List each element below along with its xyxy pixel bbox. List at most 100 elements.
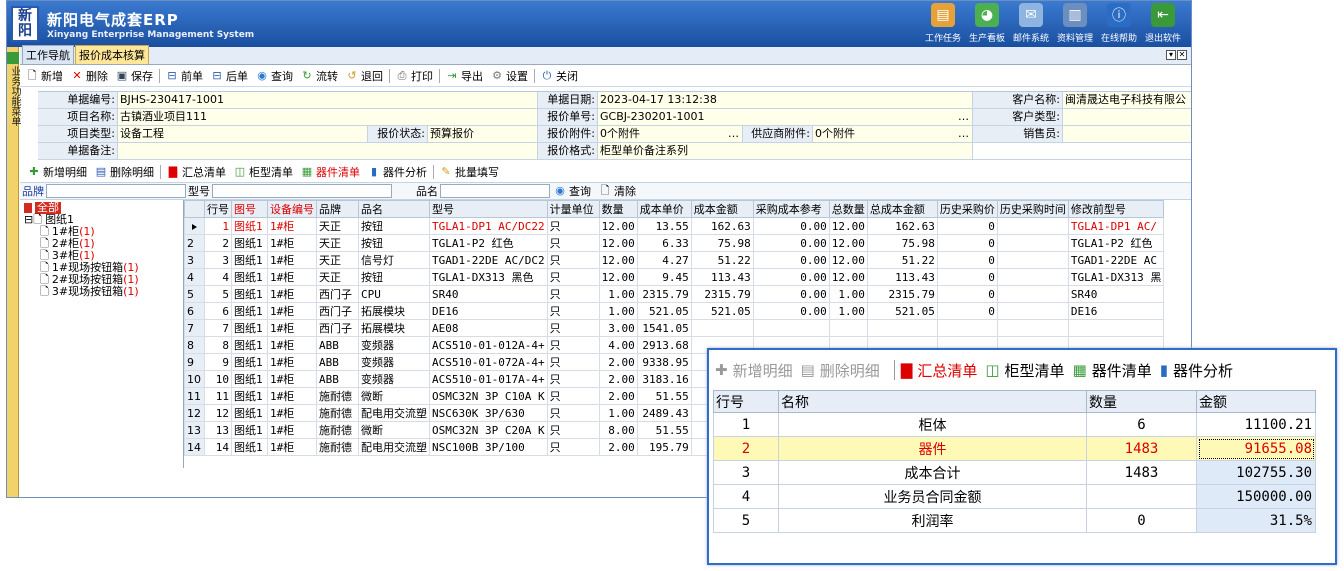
- table-cell[interactable]: 12.00: [598, 251, 638, 269]
- summary-column-header[interactable]: 名称: [778, 390, 1087, 413]
- table-row[interactable]: 5 5 图纸1 1#柜 西门子 CPU SR40 只 1.00 2315.79 2315.79 0.0…: [184, 285, 1165, 303]
- next-button[interactable]: ⊟ 后单: [207, 68, 252, 84]
- table-cell[interactable]: 图纸1: [231, 438, 268, 456]
- table-cell[interactable]: 拓展模块: [358, 302, 430, 320]
- table-cell[interactable]: 变频器: [358, 370, 430, 388]
- table-cell[interactable]: 只: [546, 404, 600, 422]
- table-cell[interactable]: [996, 234, 1069, 252]
- column-header[interactable]: 计量单位: [546, 200, 600, 218]
- table-cell[interactable]: 51.22: [866, 251, 938, 269]
- batch-fill-button[interactable]: ✎ 批量填写: [436, 164, 503, 180]
- table-row[interactable]: 1 图纸1 1#柜 天正 按钮 TGLA1-DP1 AC/DC22 只 12.00 13.55 1…: [184, 217, 1165, 235]
- close-icon[interactable]: ✕: [1177, 50, 1187, 60]
- more-icon[interactable]: …: [728, 126, 739, 142]
- column-header[interactable]: 修改前型号: [1067, 200, 1165, 218]
- table-cell[interactable]: 1#柜: [267, 234, 317, 252]
- table-cell[interactable]: 配电用交流塑: [358, 404, 430, 422]
- table-cell[interactable]: 天正: [316, 234, 359, 252]
- table-cell[interactable]: 2315.79: [866, 285, 938, 303]
- table-cell[interactable]: 12: [204, 404, 232, 422]
- table-cell[interactable]: 0: [936, 251, 998, 269]
- table-cell[interactable]: OSMC32N 3P C10A K: [429, 387, 548, 405]
- table-cell[interactable]: 0.00: [752, 268, 830, 286]
- topnav-item-2[interactable]: ✉ 邮件系统: [1011, 3, 1051, 44]
- quote-no-field[interactable]: GCBJ-230201-1001…: [598, 109, 973, 125]
- table-cell[interactable]: OSMC32N 3P C20A K: [429, 421, 548, 439]
- table-cell[interactable]: 113.43: [690, 268, 754, 286]
- table-cell[interactable]: ACS510-01-072A-4+: [429, 353, 548, 371]
- table-cell[interactable]: 西门子: [316, 302, 359, 320]
- table-cell[interactable]: 图纸1: [231, 302, 268, 320]
- table-cell[interactable]: 0.00: [752, 234, 830, 252]
- table-cell[interactable]: 14: [204, 438, 232, 456]
- summary-row[interactable]: 2 器件 1483 91655.08: [713, 436, 1316, 461]
- table-cell[interactable]: 2.00: [598, 438, 638, 456]
- topnav-item-3[interactable]: ▥ 资料管理: [1055, 3, 1095, 44]
- table-cell[interactable]: 6.33: [636, 234, 692, 252]
- table-cell[interactable]: 12.00: [598, 217, 638, 235]
- table-cell[interactable]: TGLA1-P2 红色: [1067, 234, 1165, 252]
- column-header[interactable]: 历史采购时间: [996, 200, 1069, 218]
- popup-cabinet-list-button[interactable]: ◫ 柜型清单: [985, 360, 1064, 381]
- table-cell[interactable]: CPU: [358, 285, 430, 303]
- close-button[interactable]: ⏻ 关闭: [537, 68, 582, 84]
- save-button[interactable]: ▣ 保存: [112, 68, 157, 84]
- popup-device-analysis-button[interactable]: ▮ 器件分析: [1160, 360, 1233, 381]
- table-cell[interactable]: TGLA1-DX313 黑色: [429, 268, 548, 286]
- more-icon[interactable]: …: [958, 126, 969, 142]
- table-cell[interactable]: 521.05: [866, 302, 938, 320]
- project-field[interactable]: 古镇酒业项目111: [118, 109, 538, 125]
- table-cell[interactable]: 2.00: [598, 387, 638, 405]
- table-cell[interactable]: 2.00: [598, 370, 638, 388]
- table-cell[interactable]: 1.00: [598, 302, 638, 320]
- table-cell[interactable]: 0: [936, 234, 998, 252]
- table-cell[interactable]: 1#柜: [267, 217, 317, 235]
- summary-cell[interactable]: 1: [713, 412, 779, 437]
- table-cell[interactable]: [866, 319, 938, 337]
- sidebar[interactable]: 业务功能菜单: [7, 47, 20, 497]
- table-cell[interactable]: 图纸1: [231, 336, 268, 354]
- table-cell[interactable]: 521.05: [636, 302, 692, 320]
- table-cell[interactable]: 51.55: [636, 387, 692, 405]
- tree-node[interactable]: 🗋 3#现场按钮箱 (1): [22, 286, 183, 298]
- model-input[interactable]: [212, 184, 392, 198]
- table-cell[interactable]: [996, 251, 1069, 269]
- table-cell[interactable]: 配电用交流塑: [358, 438, 430, 456]
- table-cell[interactable]: 0.00: [752, 285, 830, 303]
- table-cell[interactable]: 2.00: [598, 353, 638, 371]
- table-cell[interactable]: 1#柜: [267, 404, 317, 422]
- more-icon[interactable]: …: [958, 109, 969, 125]
- table-cell[interactable]: 13.55: [636, 217, 692, 235]
- table-cell[interactable]: 1#柜: [267, 268, 317, 286]
- table-cell[interactable]: [996, 302, 1069, 320]
- table-cell[interactable]: 12.00: [828, 268, 868, 286]
- table-cell[interactable]: 图纸1: [231, 251, 268, 269]
- summary-cell[interactable]: 业务员合同金额: [778, 484, 1087, 509]
- popup-delete-detail-button[interactable]: ▤ 删除明细: [801, 360, 880, 381]
- table-cell[interactable]: 施耐德: [316, 421, 359, 439]
- summary-cell[interactable]: 6: [1086, 412, 1197, 437]
- table-cell[interactable]: 西门子: [316, 285, 359, 303]
- table-cell[interactable]: 西门子: [316, 319, 359, 337]
- table-cell[interactable]: 1#柜: [267, 353, 317, 371]
- table-cell[interactable]: 8: [204, 336, 232, 354]
- table-cell[interactable]: 11: [204, 387, 232, 405]
- table-cell[interactable]: 12.00: [598, 268, 638, 286]
- table-cell[interactable]: 拓展模块: [358, 319, 430, 337]
- table-cell[interactable]: 图纸1: [231, 353, 268, 371]
- supplier-attach-field[interactable]: 0个附件…: [813, 126, 973, 142]
- table-cell[interactable]: 1#柜: [267, 302, 317, 320]
- table-cell[interactable]: 2315.79: [636, 285, 692, 303]
- summary-row[interactable]: 1 柜体 6 11100.21: [713, 412, 1316, 437]
- table-cell[interactable]: 1541.05: [636, 319, 692, 337]
- summary-cell[interactable]: 3: [713, 460, 779, 485]
- topnav-item-4[interactable]: ⓘ 在线帮助: [1099, 3, 1139, 44]
- device-analysis-button[interactable]: ▮ 器件分析: [364, 164, 431, 180]
- customer-field[interactable]: 闽清晟达电子科技有限公: [1063, 92, 1191, 108]
- column-header[interactable]: 成本单价: [636, 200, 692, 218]
- table-cell[interactable]: 0.00: [752, 217, 830, 235]
- table-cell[interactable]: ABB: [316, 336, 359, 354]
- filter-clear-button[interactable]: 🗋 清除: [595, 183, 640, 199]
- table-cell[interactable]: 2315.79: [690, 285, 754, 303]
- summary-cell[interactable]: 成本合计: [778, 460, 1087, 485]
